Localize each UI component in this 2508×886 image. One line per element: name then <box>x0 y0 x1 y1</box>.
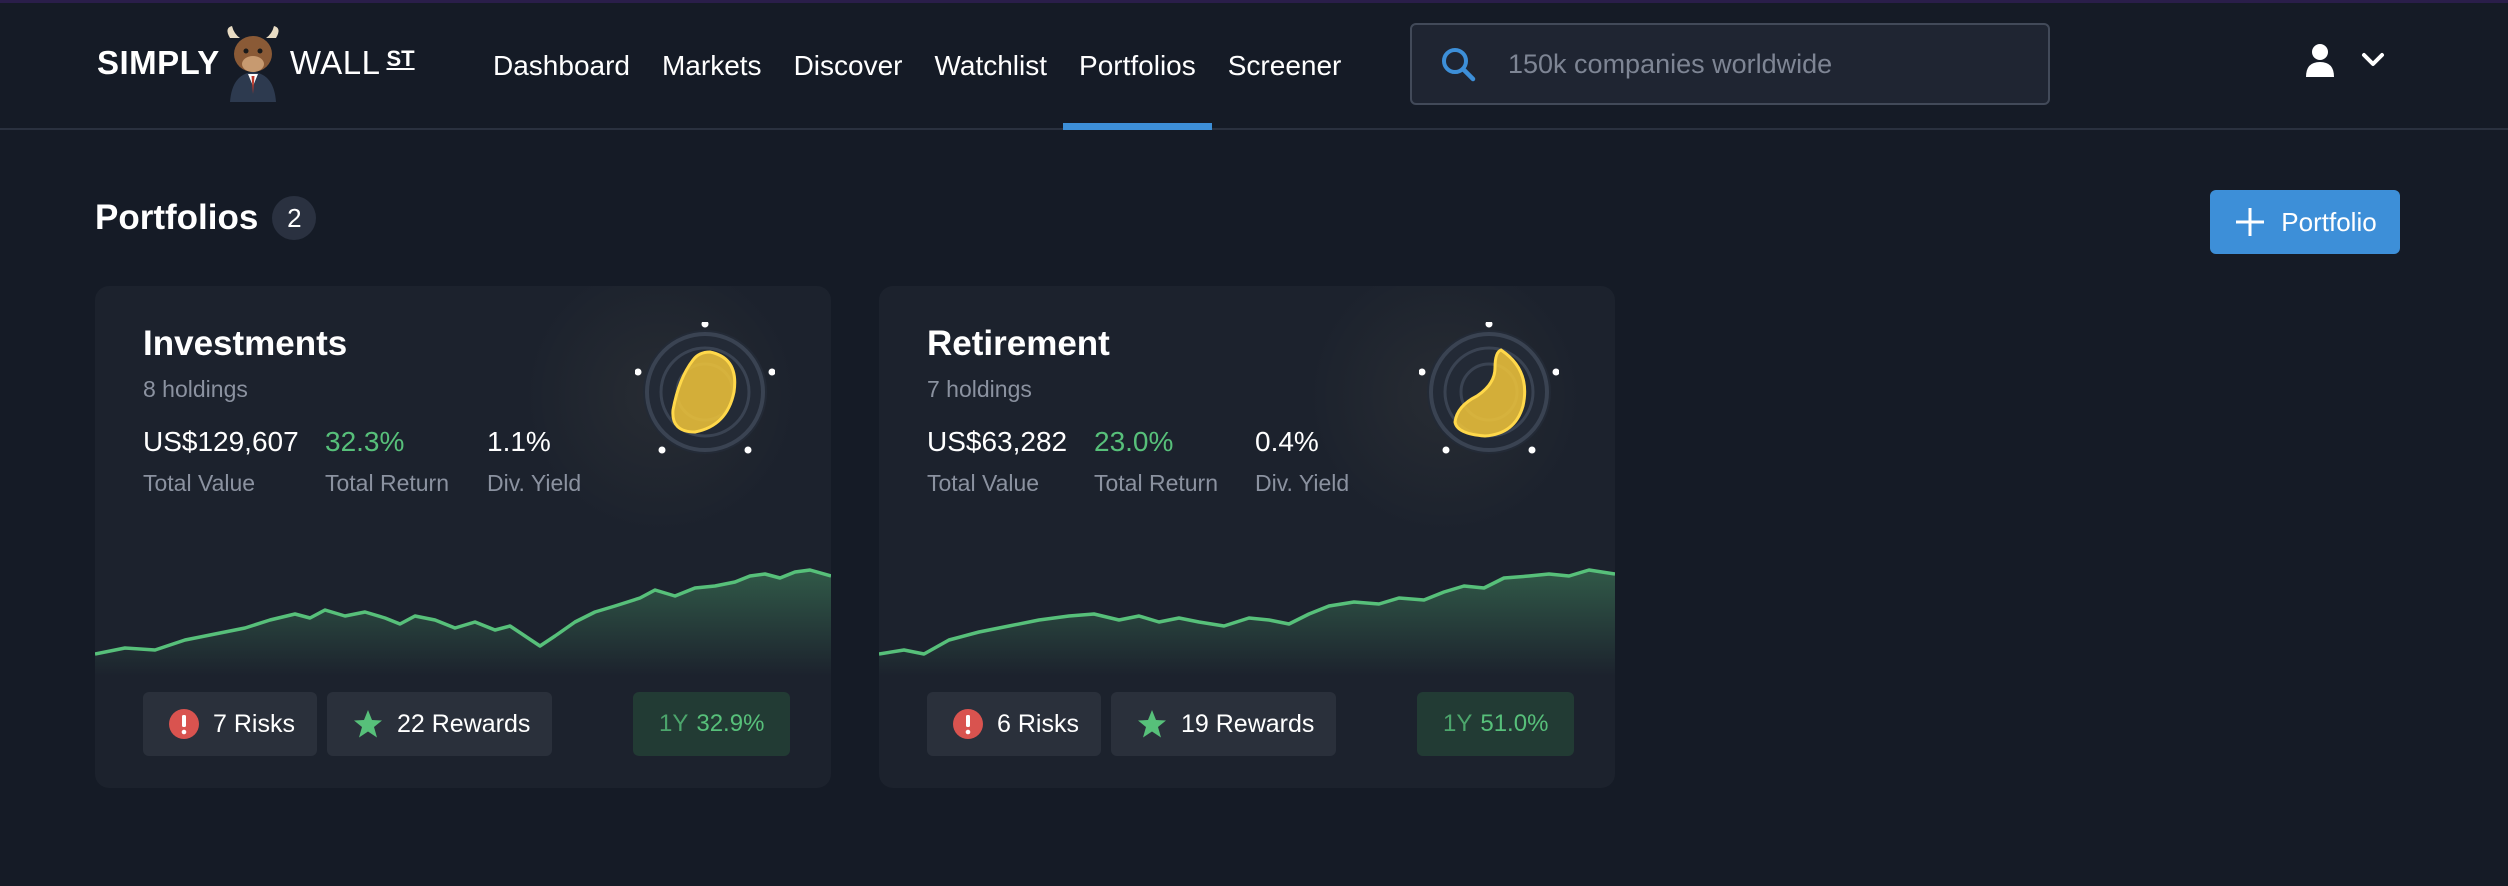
exclamation-circle-icon <box>953 709 983 739</box>
portfolio-card[interactable]: Retirement 7 holdings US$63,282 Total Va… <box>879 286 1615 788</box>
period-label: 1Y <box>1443 710 1473 737</box>
user-icon <box>2306 44 2334 77</box>
total-return-label: Total Return <box>325 470 450 496</box>
period-label: 1Y <box>659 710 689 737</box>
rewards-label: 19 Rewards <box>1181 709 1315 738</box>
portfolio-name: Retirement <box>927 324 1110 363</box>
rewards-chip[interactable]: 22 Rewards <box>327 692 553 756</box>
page-header: Portfolios 2 <box>95 196 317 240</box>
logo-word-simply: SIMPLY <box>97 44 220 81</box>
total-return: 32.3% <box>325 426 405 457</box>
total-value-stat: US$129,607 Total Value <box>143 426 299 497</box>
portfolio-name: Investments <box>143 324 348 363</box>
div-yield-stat: 0.4% Div. Yield <box>1255 426 1349 497</box>
total-value: US$129,607 <box>143 426 299 457</box>
snowflake-chart-icon <box>635 322 775 454</box>
nav-item-watchlist[interactable]: Watchlist <box>918 3 1063 128</box>
user-menu[interactable] <box>2305 43 2385 77</box>
add-portfolio-button[interactable]: Portfolio <box>2210 190 2400 254</box>
total-value-label: Total Value <box>927 470 1040 496</box>
search-input[interactable] <box>1506 47 2010 81</box>
total-value: US$63,282 <box>927 426 1068 457</box>
div-yield: 0.4% <box>1255 426 1319 457</box>
nav-item-markets[interactable]: Markets <box>646 3 778 128</box>
logo-word-wall: WALL <box>289 44 381 81</box>
rewards-chip[interactable]: 19 Rewards <box>1111 692 1337 756</box>
div-yield-label: Div. Yield <box>487 470 582 496</box>
page-title: Portfolios <box>95 198 259 237</box>
holdings-count: 8 holdings <box>143 376 248 402</box>
portfolio-card[interactable]: Investments 8 holdings US$129,607 Total … <box>95 286 831 788</box>
period-return: 51.0% <box>1480 710 1549 737</box>
risks-chip[interactable]: 6 Risks <box>927 692 1101 756</box>
star-icon <box>354 710 382 738</box>
total-return-label: Total Return <box>1094 470 1219 496</box>
plus-icon <box>2236 208 2265 236</box>
div-yield: 1.1% <box>487 426 551 457</box>
simply-wall-st-logo[interactable]: SIMPLY WALL ST <box>97 23 415 103</box>
main-nav: Dashboard Markets Discover Watchlist Por… <box>477 3 1358 130</box>
logo-word-st: ST <box>386 46 415 71</box>
one-year-return-chip: 1Y 32.9% <box>633 692 791 756</box>
rewards-label: 22 Rewards <box>397 709 531 738</box>
period-return: 32.9% <box>696 710 765 737</box>
top-navigation-bar: SIMPLY WALL ST Dashboard Markets Discove… <box>0 3 2508 130</box>
nav-item-screener[interactable]: Screener <box>1212 3 1358 128</box>
nav-item-portfolios[interactable]: Portfolios <box>1063 3 1212 130</box>
total-return: 23.0% <box>1094 426 1174 457</box>
one-year-return-chip: 1Y 51.0% <box>1417 692 1575 756</box>
total-return-stat: 23.0% Total Return <box>1094 426 1218 497</box>
total-return-stat: 32.3% Total Return <box>325 426 449 497</box>
div-yield-stat: 1.1% Div. Yield <box>487 426 581 497</box>
add-portfolio-label: Portfolio <box>2281 206 2377 237</box>
snowflake-chart-icon <box>1419 322 1559 454</box>
portfolio-count-badge: 2 <box>272 196 317 240</box>
exclamation-circle-icon <box>169 709 199 739</box>
portfolio-sparkline <box>95 568 831 676</box>
nav-item-discover[interactable]: Discover <box>778 3 919 128</box>
total-value-stat: US$63,282 Total Value <box>927 426 1067 497</box>
div-yield-label: Div. Yield <box>1255 470 1350 496</box>
portfolio-sparkline <box>879 568 1615 676</box>
risks-label: 7 Risks <box>213 709 295 738</box>
search-box[interactable] <box>1410 23 2050 105</box>
risks-chip[interactable]: 7 Risks <box>143 692 317 756</box>
chevron-down-icon <box>2362 53 2384 66</box>
bull-mascot-icon <box>227 26 279 102</box>
total-value-label: Total Value <box>143 470 256 496</box>
star-icon <box>1138 710 1166 738</box>
nav-item-dashboard[interactable]: Dashboard <box>477 3 646 128</box>
risks-label: 6 Risks <box>997 709 1079 738</box>
search-icon <box>1442 48 1476 82</box>
holdings-count: 7 holdings <box>927 376 1032 402</box>
